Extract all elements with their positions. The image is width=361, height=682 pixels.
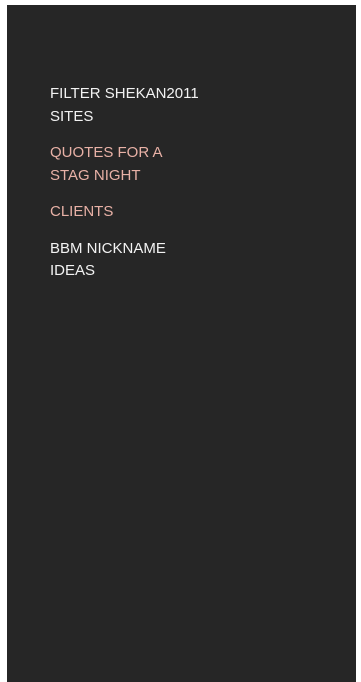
list-item: CLIENTS: [50, 201, 200, 224]
link-bbm-nickname-ideas[interactable]: BBM NICKNAME IDEAS: [50, 238, 200, 283]
list-item: QUOTES FOR A STAG NIGHT: [50, 142, 200, 187]
list-item: FILTER SHEKAN2011 SITES: [50, 83, 200, 128]
list-item: BBM NICKNAME IDEAS: [50, 238, 200, 283]
link-list: FILTER SHEKAN2011 SITES QUOTES FOR A STA…: [50, 83, 200, 297]
link-clients[interactable]: CLIENTS: [50, 201, 200, 224]
dark-side-panel: FILTER SHEKAN2011 SITES QUOTES FOR A STA…: [7, 5, 356, 682]
link-quotes-for-a-stag-night[interactable]: QUOTES FOR A STAG NIGHT: [50, 142, 200, 187]
link-filter-shekan2011-sites[interactable]: FILTER SHEKAN2011 SITES: [50, 83, 200, 128]
